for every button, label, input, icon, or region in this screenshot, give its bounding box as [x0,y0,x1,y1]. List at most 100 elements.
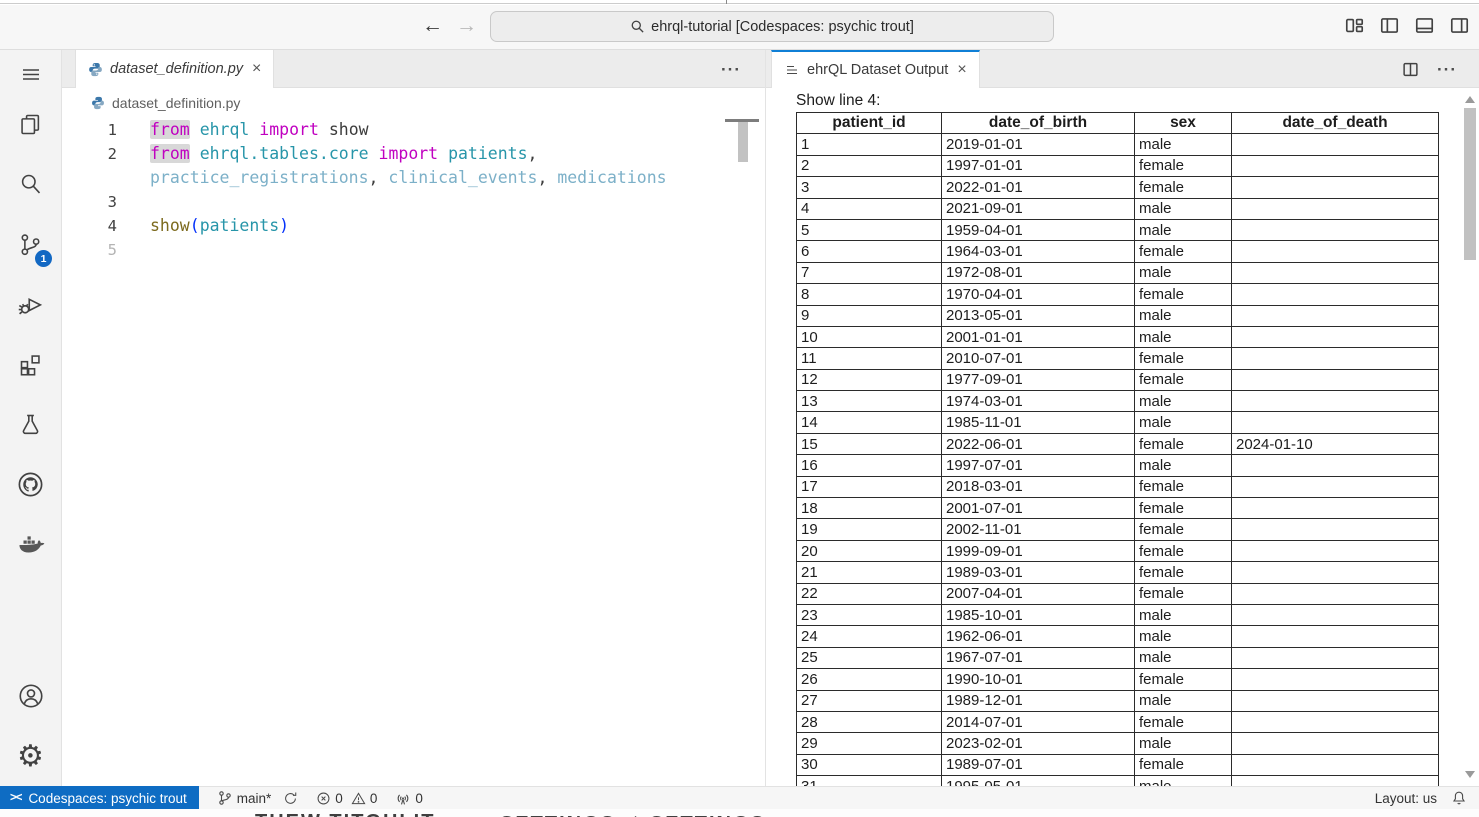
table-cell [1232,134,1439,155]
sidebar-item-source-control[interactable]: 1 [0,221,61,269]
table-row: 301989-07-01female [797,754,1439,775]
table-cell [1232,562,1439,583]
table-cell: 22 [797,583,942,604]
forward-arrow[interactable]: → [456,14,477,38]
more-actions-icon[interactable]: ··· [1437,61,1457,78]
table-cell: 21 [797,562,942,583]
table-cell: 11 [797,348,942,369]
back-arrow[interactable]: ← [422,14,443,38]
table-cell: 1997-07-01 [942,455,1135,476]
dataset-output-webview: Show line 4: patient_iddate_of_birthsexd… [766,88,1479,786]
radio-tower-icon [395,791,411,806]
table-cell [1232,540,1439,561]
table-cell: 1990-10-01 [942,669,1135,690]
table-cell [1232,348,1439,369]
code-line[interactable]: 3 [62,190,765,214]
keyboard-layout-status[interactable]: Layout: us [1375,791,1437,806]
table-cell: 13 [797,391,942,412]
code-line[interactable]: practice_registrations, clinical_events,… [62,166,765,190]
table-cell: female [1135,498,1232,519]
toggle-panel-icon[interactable] [1415,16,1434,35]
files-icon [17,111,44,138]
scroll-up-arrow-icon[interactable] [1465,96,1475,103]
git-branch-icon [217,790,233,806]
accounts-button[interactable] [0,672,61,720]
table-cell: 1989-07-01 [942,754,1135,775]
table-cell: 2 [797,155,942,176]
bell-icon[interactable] [1451,790,1467,806]
patients-table: patient_iddate_of_birthsexdate_of_death … [796,112,1439,786]
table-cell: male [1135,305,1232,326]
command-center-search[interactable]: ehrql-tutorial [Codespaces: psychic trou… [490,11,1054,42]
remote-label: Codespaces: psychic trout [28,791,186,806]
ports-status[interactable]: 0 [395,791,423,806]
webview-scrollbar[interactable] [1464,96,1476,778]
tab-ehrql-dataset-output[interactable]: ehrQL Dataset Output × [771,50,980,88]
branch-status[interactable]: main* [217,790,299,806]
scrollbar-thumb[interactable] [1464,108,1476,260]
table-cell [1232,690,1439,711]
code-editor[interactable]: 1from ehrql import show2from ehrql.table… [62,118,765,786]
code-line[interactable]: 5 [62,238,765,262]
code-line[interactable]: 2from ehrql.tables.core import patients, [62,142,765,166]
close-icon[interactable]: × [955,62,968,78]
table-cell: female [1135,519,1232,540]
table-cell [1232,583,1439,604]
docker-icon [16,529,46,559]
table-cell: 8 [797,284,942,305]
more-actions-icon[interactable]: ··· [721,61,741,78]
table-cell: female [1135,669,1232,690]
sidebar-item-search[interactable] [0,160,61,208]
breadcrumb-label: dataset_definition.py [112,95,240,111]
column-header: sex [1135,113,1232,134]
tab-dataset-definition[interactable]: dataset_definition.py × [75,50,274,88]
split-editor-icon[interactable] [1402,61,1419,78]
sidebar-item-run-debug[interactable] [0,280,61,328]
error-icon [316,791,331,806]
table-cell: 2018-03-01 [942,476,1135,497]
menu-button[interactable] [0,50,61,98]
sidebar-item-github[interactable] [0,460,61,508]
sidebar-item-docker[interactable] [0,520,61,568]
table-cell [1232,519,1439,540]
table-row: 211989-03-01female [797,562,1439,583]
toggle-secondary-sidebar-icon[interactable] [1450,16,1469,35]
table-cell: 18 [797,498,942,519]
account-icon [17,682,45,710]
table-cell: 2007-04-01 [942,583,1135,604]
code-line[interactable]: 4show(patients) [62,214,765,238]
sidebar-item-extensions[interactable] [0,340,61,388]
table-cell [1232,711,1439,732]
table-cell: 5 [797,219,942,240]
table-cell [1232,412,1439,433]
clipped-background-text: THEW TITGHLIT SETTINGS ⇄ SETTINGS [0,809,1479,817]
remote-indicator[interactable]: >< Codespaces: psychic trout [0,786,199,809]
table-cell: 26 [797,669,942,690]
table-row: 231985-10-01male [797,604,1439,625]
code-line[interactable]: 1from ehrql import show [62,118,765,142]
line-number: 2 [62,142,117,166]
table-cell [1232,391,1439,412]
table-cell: male [1135,647,1232,668]
breadcrumb[interactable]: dataset_definition.py [62,88,765,118]
table-row: 222007-04-01female [797,583,1439,604]
customize-layout-icon[interactable] [1345,16,1364,35]
table-row: 172018-03-01female [797,476,1439,497]
sidebar-item-testing[interactable] [0,400,61,448]
editor-scrollbar[interactable] [738,122,748,162]
table-cell: female [1135,754,1232,775]
table-cell: 3 [797,177,942,198]
problems-status[interactable]: 0 0 [316,791,377,806]
close-icon[interactable]: × [250,61,263,77]
output-panel-group: ehrQL Dataset Output × ··· Show line 4: … [765,50,1479,786]
table-cell: 14 [797,412,942,433]
table-cell [1232,177,1439,198]
table-row: 201999-09-01female [797,540,1439,561]
scroll-down-arrow-icon[interactable] [1465,771,1475,778]
table-cell: 19 [797,519,942,540]
table-cell [1232,369,1439,390]
table-row: 152022-06-01female2024-01-10 [797,433,1439,454]
sidebar-item-explorer[interactable] [0,100,61,148]
toggle-primary-sidebar-icon[interactable] [1380,16,1399,35]
settings-button[interactable]: ⚙ [0,733,61,781]
